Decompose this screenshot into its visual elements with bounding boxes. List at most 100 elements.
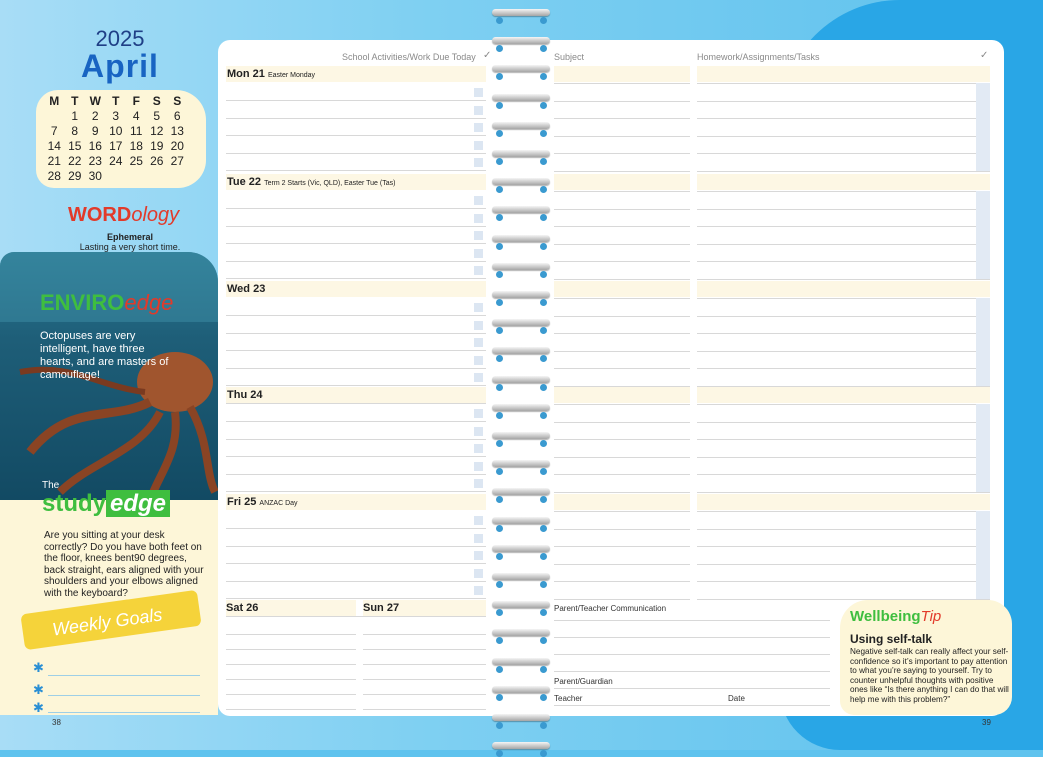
writing-line[interactable] <box>697 118 990 119</box>
checkbox[interactable] <box>474 355 483 365</box>
writing-line[interactable] <box>554 170 690 172</box>
writing-line[interactable] <box>226 100 486 101</box>
writing-line[interactable] <box>554 546 690 547</box>
writing-line[interactable] <box>554 456 690 458</box>
writing-line[interactable] <box>554 404 690 405</box>
writing-line[interactable] <box>226 709 356 710</box>
checkbox[interactable] <box>474 444 483 453</box>
writing-line[interactable] <box>697 491 990 493</box>
writing-line[interactable] <box>697 528 990 530</box>
writing-line[interactable] <box>697 456 990 458</box>
writing-line[interactable] <box>554 315 690 317</box>
checkbox[interactable] <box>474 158 483 167</box>
writing-line[interactable] <box>697 333 990 334</box>
writing-line[interactable] <box>554 528 690 530</box>
writing-line[interactable] <box>554 298 690 299</box>
writing-line[interactable] <box>226 260 486 262</box>
checkbox[interactable] <box>474 533 483 543</box>
checkbox[interactable] <box>474 320 483 330</box>
writing-line[interactable] <box>554 226 690 227</box>
writing-line[interactable] <box>697 100 990 102</box>
writing-line[interactable] <box>554 620 830 621</box>
writing-line[interactable] <box>697 83 990 84</box>
writing-line[interactable] <box>697 298 990 299</box>
writing-line[interactable] <box>226 634 356 635</box>
writing-line[interactable] <box>554 688 830 689</box>
checkbox[interactable] <box>474 140 483 150</box>
writing-line[interactable] <box>226 350 486 351</box>
checkbox[interactable] <box>474 461 483 471</box>
writing-line[interactable] <box>554 243 690 245</box>
writing-line[interactable] <box>554 368 690 369</box>
writing-line[interactable] <box>226 563 486 564</box>
checkbox[interactable] <box>474 213 483 223</box>
writing-line[interactable] <box>554 208 690 210</box>
checkbox[interactable] <box>474 105 483 115</box>
writing-line[interactable] <box>697 404 990 405</box>
day-thursday[interactable]: Thu 24 <box>226 387 486 510</box>
writing-line[interactable] <box>697 170 990 172</box>
writing-line[interactable] <box>363 679 486 680</box>
writing-line[interactable] <box>554 421 690 423</box>
checkbox[interactable] <box>474 196 483 205</box>
writing-line[interactable] <box>554 637 830 638</box>
check-column[interactable] <box>976 511 990 599</box>
writing-line[interactable] <box>554 654 830 655</box>
checkbox[interactable] <box>474 266 483 275</box>
writing-line[interactable] <box>226 170 486 171</box>
writing-line[interactable] <box>697 511 990 512</box>
writing-line[interactable] <box>226 278 486 279</box>
checkbox[interactable] <box>474 88 483 97</box>
goal-line[interactable] <box>48 675 200 676</box>
writing-line[interactable] <box>226 679 356 680</box>
writing-line[interactable] <box>554 511 690 512</box>
writing-line[interactable] <box>554 135 690 137</box>
writing-line[interactable] <box>554 118 690 119</box>
checkbox[interactable] <box>474 303 483 312</box>
writing-line[interactable] <box>697 153 990 154</box>
writing-line[interactable] <box>697 581 990 582</box>
writing-line[interactable] <box>226 694 356 695</box>
checkbox[interactable] <box>474 568 483 578</box>
writing-line[interactable] <box>226 580 486 582</box>
writing-line[interactable] <box>554 563 690 565</box>
writing-line[interactable] <box>697 350 990 352</box>
writing-line[interactable] <box>226 243 486 244</box>
writing-line[interactable] <box>363 709 486 710</box>
day-friday[interactable]: Fri 25 ANZAC Day <box>226 494 486 617</box>
writing-line[interactable] <box>226 135 486 136</box>
checkbox[interactable] <box>474 338 483 347</box>
goal-line[interactable] <box>48 695 200 696</box>
writing-line[interactable] <box>697 315 990 317</box>
writing-line[interactable] <box>226 491 486 492</box>
writing-line[interactable] <box>363 649 486 650</box>
checkbox[interactable] <box>474 551 483 560</box>
writing-line[interactable] <box>226 438 486 440</box>
writing-line[interactable] <box>226 315 486 316</box>
checkbox[interactable] <box>474 123 483 132</box>
writing-line[interactable] <box>554 474 690 475</box>
writing-line[interactable] <box>697 208 990 210</box>
day-monday[interactable]: Mon 21 Easter Monday <box>226 66 486 189</box>
writing-line[interactable] <box>554 191 690 192</box>
check-column[interactable] <box>976 404 990 492</box>
checkbox[interactable] <box>474 426 483 436</box>
writing-line[interactable] <box>226 225 486 227</box>
writing-line[interactable] <box>697 135 990 137</box>
writing-line[interactable] <box>554 598 690 600</box>
writing-line[interactable] <box>554 491 690 493</box>
writing-line[interactable] <box>226 208 486 209</box>
writing-line[interactable] <box>363 694 486 695</box>
writing-line[interactable] <box>554 439 690 440</box>
check-column[interactable] <box>976 298 990 386</box>
day-tuesday[interactable]: Tue 22 Term 2 Starts (Vic, QLD), Easter … <box>226 174 486 297</box>
writing-line[interactable] <box>697 243 990 245</box>
writing-line[interactable] <box>554 100 690 102</box>
writing-line[interactable] <box>554 278 690 280</box>
writing-line[interactable] <box>697 368 990 369</box>
writing-line[interactable] <box>554 333 690 334</box>
writing-line[interactable] <box>226 456 486 457</box>
writing-line[interactable] <box>697 563 990 565</box>
writing-line[interactable] <box>697 421 990 423</box>
checkbox[interactable] <box>474 516 483 525</box>
